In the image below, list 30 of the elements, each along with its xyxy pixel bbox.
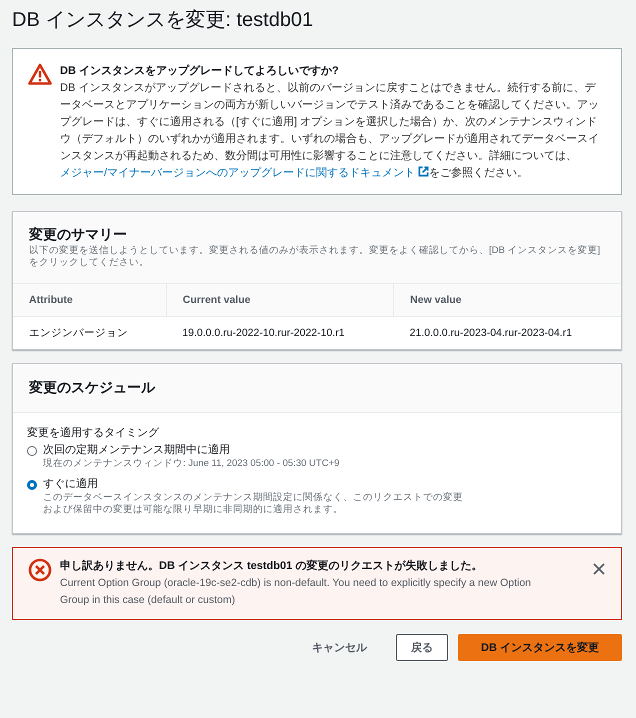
close-button[interactable] bbox=[591, 561, 607, 577]
column-header: Attribute bbox=[13, 284, 166, 316]
column-header: Current value bbox=[166, 284, 394, 316]
section-title: 変更のサマリー bbox=[29, 225, 128, 243]
cancel-button[interactable]: キャンセル bbox=[297, 634, 382, 661]
warning-title: DB インスタンスをアップグレードしてよろしいですか? bbox=[60, 64, 340, 79]
option-description: 現在のメンテナンスウィンドウ: June 11, 2023 05:00 - 05:30 UTC+9 bbox=[43, 458, 340, 470]
back-button[interactable]: 戻る bbox=[396, 634, 448, 661]
option-description: このデータベースインスタンスのメンテナンス期間設定に関係なく、このリクエストでの変更および保留中の変更は可能な限り早期に非同期的に適用されます。 bbox=[43, 492, 463, 516]
section-title: 変更のスケジュール bbox=[29, 378, 156, 396]
error-message: Current Option Group (oracle-19c-se2-cdb) is non-default. You need to explicitly specify a new Option Group in this case (default or custom) bbox=[60, 576, 532, 608]
section-description: 以下の変更を送信しようとしています。変更される値のみが表示されます。変更をよく確認してから、[DB インスタンスを変更] をクリックしてください。 bbox=[29, 245, 602, 269]
option-label: 次回の定期メンテナンス期間中に適用 bbox=[43, 443, 231, 458]
warning-text: DB インスタンスがアップグレードされると、以前のバージョンに戻すことはできません。続行する前に、データベースとアプリケーションの両方が新しいバージョンでテスト済みであることを確認してください。アップグレードは、すぐに適用される（[すぐに適用] オプションを選択した場合）か、次のメンテナンスウィンドウ（デフォルト）のいずれかが適用されます。いずれの場合も、アップグレードが適用されてデータベースインスタンスが再起動されるため、数分間は可用性に影響することに注意してください。詳細については、 メジャー/マイナーバージョンへのアップグレードに関するドキュメント をご参照ください。 bbox=[60, 80, 600, 181]
option-label: すぐに適用 bbox=[43, 477, 99, 492]
error-icon bbox=[28, 558, 52, 582]
table-cell: 21.0.0.0.ru-2023-04.rur-2023-04.r1 bbox=[394, 316, 621, 349]
external-link-icon bbox=[418, 166, 430, 177]
page-title: DB インスタンスを変更: testdb01 bbox=[12, 8, 314, 33]
radio-button[interactable] bbox=[27, 480, 37, 490]
table-cell: 19.0.0.0.ru-2022-10.rur-2022-10.r1 bbox=[166, 316, 394, 349]
radio-button[interactable] bbox=[27, 446, 37, 456]
error-title: 申し訳ありません。DB インスタンス testdb01 の変更のリクエストが失敗しました。 bbox=[60, 558, 484, 574]
close-icon bbox=[593, 563, 605, 575]
field-label: 変更を適用するタイミング bbox=[27, 426, 160, 440]
documentation-link[interactable]: メジャー/マイナーバージョンへのアップグレードに関するドキュメント bbox=[60, 167, 430, 179]
warning-icon bbox=[28, 63, 52, 85]
submit-button[interactable]: DB インスタンスを変更 bbox=[458, 634, 622, 661]
table-cell: エンジンバージョン bbox=[13, 316, 166, 349]
column-header: New value bbox=[394, 284, 621, 316]
